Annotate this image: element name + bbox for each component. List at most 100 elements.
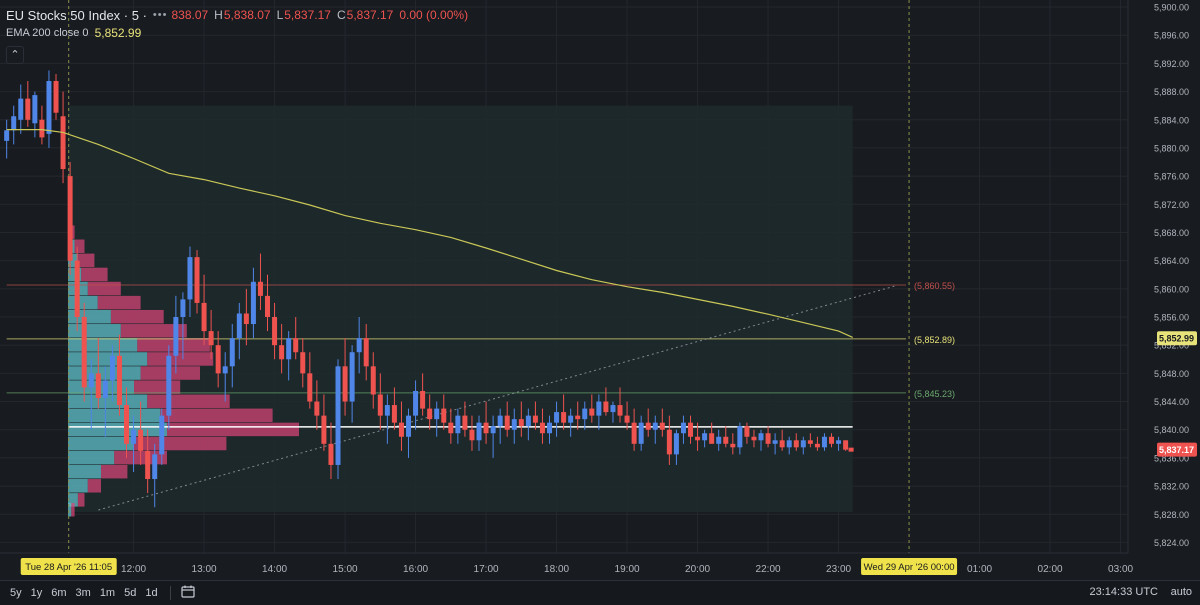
range-5d-button[interactable]: 5d: [124, 587, 136, 599]
price-level-label: (5,852.89): [914, 335, 955, 345]
range-6m-button[interactable]: 6m: [51, 587, 66, 599]
candle-down: [779, 440, 785, 448]
volume-profile-bar-down: [160, 408, 273, 423]
candle-down: [695, 436, 701, 441]
price-tick-label: 5,840.00: [1154, 425, 1189, 435]
candle-down: [589, 408, 595, 416]
price-chart[interactable]: (5,860.55) (5,852.89) (5,845.23) 5,824.00 5…: [0, 0, 1200, 604]
candle-down: [448, 422, 454, 434]
calendar-icon[interactable]: [180, 585, 195, 601]
candle-down: [666, 429, 672, 455]
high-label: H: [214, 8, 223, 22]
candle-up: [716, 436, 722, 444]
price-axis[interactable]: 5,824.005,828.005,832.005,836.005,840.00…: [1127, 0, 1200, 580]
time-tick-label: 14:00: [262, 564, 287, 575]
range-1y-button[interactable]: 1y: [31, 587, 43, 599]
candle-up: [46, 81, 52, 134]
candle-down: [74, 260, 80, 318]
time-axis[interactable]: 12:00 13:00 14:00 15:00 16:00 17:00 18:00 19:00…: [0, 552, 1200, 580]
candle-up: [786, 440, 792, 448]
candle-up: [286, 338, 292, 360]
ema-indicator-name[interactable]: EMA 200 close 0: [6, 27, 89, 39]
low-label: L: [276, 8, 284, 22]
utc-clock[interactable]: 23:14:33 UTC: [1090, 586, 1158, 598]
candle-down: [342, 366, 348, 402]
candle-down: [575, 415, 581, 420]
candle-down: [194, 257, 200, 303]
candle-up: [229, 338, 235, 367]
time-tick-label: 19:00: [615, 564, 640, 575]
range-1m-button[interactable]: 1m: [100, 587, 115, 599]
price-tick-label: 5,884.00: [1154, 115, 1189, 125]
candle-down: [624, 415, 630, 423]
range-3m-button[interactable]: 3m: [76, 587, 91, 599]
time-axis-background: [0, 553, 1200, 580]
candle-up: [159, 415, 165, 455]
price-tick-label: 5,824.00: [1154, 538, 1189, 548]
candle-up: [384, 405, 390, 416]
candle-up: [18, 98, 24, 120]
candle-down: [39, 119, 45, 138]
candle-up: [131, 429, 137, 444]
candle-up: [525, 415, 531, 427]
time-tick-label: 13:00: [192, 564, 217, 575]
chart-legend: EU Stocks 50 Index · 5 · ••• 838.07 H 5,…: [6, 6, 474, 64]
volume-profile-bar-down: [97, 295, 141, 310]
volume-profile-bar-up: [68, 464, 101, 479]
more-options-icon[interactable]: •••: [153, 9, 168, 21]
candle-down: [201, 302, 207, 332]
candle-down: [483, 422, 489, 434]
volume-profile-bar-down: [134, 380, 181, 394]
chevron-up-icon[interactable]: ⌃: [6, 46, 24, 64]
time-tick-label: 12:00: [121, 564, 146, 575]
candle-down: [293, 338, 299, 353]
ema-row[interactable]: EMA 200 close 0 5,852.99: [6, 24, 474, 42]
candle-down: [398, 422, 404, 437]
candle-down: [807, 440, 813, 444]
open-value: 838.07: [171, 8, 209, 22]
candle-up: [152, 454, 158, 480]
candle-down: [518, 419, 524, 427]
candle-down: [279, 345, 285, 360]
candle-down: [391, 405, 397, 423]
candle-up: [455, 415, 461, 434]
candle-up: [180, 299, 186, 318]
candle-down: [314, 401, 320, 416]
candle-down: [645, 422, 651, 430]
candle-down: [631, 422, 637, 444]
range-1d-button[interactable]: 1d: [145, 587, 157, 599]
candle-down: [427, 408, 433, 420]
ema-indicator-value: 5,852.99: [94, 26, 142, 40]
auto-scale-button[interactable]: auto: [1171, 586, 1192, 598]
candle-down: [617, 405, 623, 416]
candle-up: [758, 433, 764, 441]
time-tick-label: 20:00: [685, 564, 710, 575]
candle-down: [765, 433, 771, 444]
candle-up: [772, 440, 778, 444]
candle-up: [32, 95, 38, 124]
close-label: C: [336, 8, 346, 22]
candle-down: [561, 412, 567, 423]
candle-up: [4, 130, 10, 141]
time-tick-label: 16:00: [403, 564, 428, 575]
candle-up: [173, 317, 179, 356]
volume-profile-bar-down: [147, 352, 214, 366]
volume-profile-bar-down: [77, 493, 85, 507]
price-tick-label: 5,896.00: [1154, 31, 1189, 41]
volume-profile-bar-up: [68, 352, 148, 366]
candle-down: [793, 440, 799, 448]
volume-profile-bar-up: [68, 422, 167, 437]
candle-up: [356, 338, 362, 353]
candle-up: [800, 440, 806, 448]
range-5y-button[interactable]: 5y: [10, 587, 22, 599]
volume-profile-bar-down: [71, 502, 75, 517]
chart-window: (5,860.55) (5,852.89) (5,845.23) 5,824.00 5…: [0, 0, 1200, 605]
candle-down: [829, 436, 835, 444]
ohlc-row: EU Stocks 50 Index · 5 · ••• 838.07 H 5,…: [6, 6, 474, 24]
candle-down: [215, 345, 221, 374]
last-price-tag-label: 5,837.17: [1159, 445, 1194, 455]
symbol-title[interactable]: EU Stocks 50 Index · 5 ·: [6, 8, 147, 23]
candle-up: [673, 433, 679, 455]
volume-profile-bar-down: [74, 239, 85, 254]
volume-profile-bar-up: [68, 408, 161, 423]
